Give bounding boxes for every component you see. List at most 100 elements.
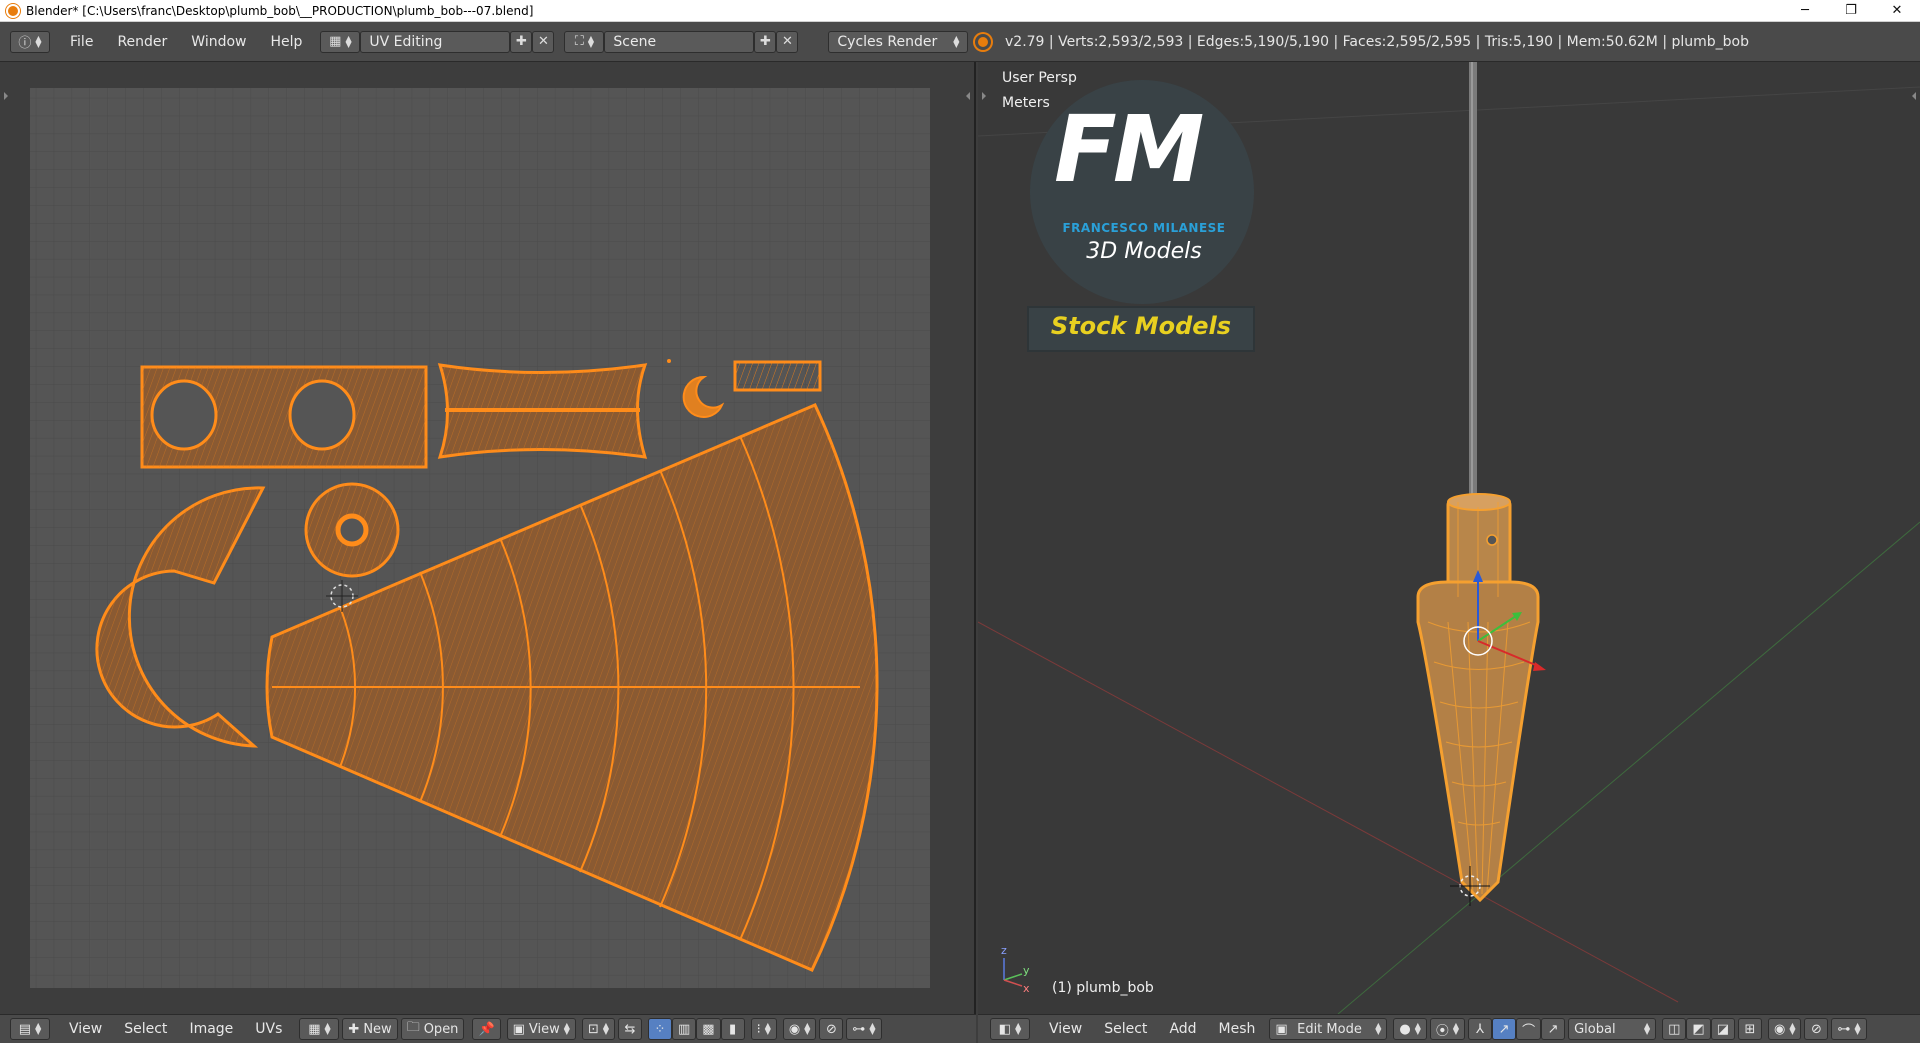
proportional-edit-button[interactable]: ◉ ▲ ▼	[1767, 1018, 1802, 1040]
scene-name-field[interactable]: Scene	[604, 30, 755, 53]
plus-icon: ✚	[759, 34, 771, 49]
pivot-icon: ⦿	[1435, 1023, 1449, 1039]
viewport-header: ◧ ▲ ▼ View Select Add Mesh ▣ Edit Mode ▲ ▼ ● ▲…	[978, 1014, 1920, 1043]
vp-menu-mesh[interactable]: Mesh	[1208, 1021, 1267, 1037]
editor-type-info-button[interactable]: ⓘ ▲ ▼	[10, 30, 50, 53]
watermark-subtitle: 3D Models	[1086, 239, 1202, 264]
snap-button[interactable]: ⊘	[819, 1018, 844, 1040]
proportional-icon: ◉	[1773, 1021, 1786, 1037]
scene-icon: ⛶	[574, 34, 584, 49]
restore-button[interactable]: ❐	[1828, 0, 1874, 22]
vp-menu-add[interactable]: Add	[1158, 1021, 1207, 1037]
region-toggle-icon[interactable]	[966, 92, 970, 100]
info-header: ⓘ ▲ ▼ File Render Window Help ▦ ▲ ▼ UV Editi…	[0, 22, 1920, 62]
uv-island-disc[interactable]	[304, 482, 400, 578]
edge-select-button[interactable]: ▥	[672, 1018, 697, 1040]
editor-type-button[interactable]: ▤ ▲ ▼	[10, 1018, 50, 1040]
watermark-badge: Stock Models	[1050, 312, 1232, 340]
units-label: Meters	[1002, 95, 1050, 111]
plus-icon: ✚	[515, 34, 527, 49]
uv-menu-view[interactable]: View	[58, 1021, 113, 1037]
shading-select[interactable]: ● ▲ ▼	[1393, 1018, 1427, 1040]
uv-menu-select[interactable]: Select	[113, 1021, 178, 1037]
layout-browse-button[interactable]: ▦ ▲ ▼	[320, 30, 361, 53]
menu-render[interactable]: Render	[105, 34, 179, 50]
island-select-button[interactable]: ▮	[720, 1018, 745, 1040]
pin-icon: 📌	[478, 1021, 495, 1037]
close-button[interactable]: ✕	[1874, 0, 1920, 22]
add-layout-button[interactable]: ✚	[510, 30, 533, 53]
sticky-select-mode[interactable]: ⁝ ▲ ▼	[750, 1018, 777, 1040]
rotate-icon: ⌒	[1522, 1023, 1536, 1039]
mode-select[interactable]: ▣ Edit Mode ▲ ▼	[1269, 1018, 1388, 1040]
uv-island-cap-strip[interactable]	[140, 365, 428, 469]
uv-image-editor[interactable]	[0, 62, 976, 1014]
minimize-button[interactable]: ─	[1782, 0, 1828, 22]
menu-window[interactable]: Window	[179, 34, 258, 50]
solid-shading-icon: ●	[1399, 1021, 1411, 1037]
occlude-icon: ⊞	[1744, 1021, 1756, 1037]
add-scene-button[interactable]: ✚	[754, 30, 777, 53]
mode-select[interactable]: ▣ View ▲ ▼	[506, 1018, 576, 1040]
proportional-edit-button[interactable]: ◉ ▲ ▼	[782, 1018, 817, 1040]
orientation-label: Global	[1574, 1021, 1616, 1037]
image-editor-icon: ▤	[18, 1021, 32, 1037]
uv-island-neck-strip[interactable]	[437, 363, 648, 459]
layout-name-field[interactable]: UV Editing	[360, 30, 511, 53]
new-image-button[interactable]: ✚ New	[342, 1018, 398, 1040]
viewport-canvas[interactable]: z y x	[978, 62, 1920, 1014]
edge-select-button[interactable]: ◩	[1686, 1018, 1711, 1040]
vp-menu-select[interactable]: Select	[1093, 1021, 1158, 1037]
region-toggle-icon[interactable]	[4, 92, 8, 100]
region-toggle-icon[interactable]	[1912, 92, 1916, 100]
watermark-author: FRANCESCO MILANESE	[1062, 221, 1226, 235]
x-icon: ✕	[781, 34, 793, 49]
region-toggle-icon[interactable]	[982, 92, 986, 100]
magnet-icon: ⊘	[825, 1021, 837, 1037]
3d-viewport[interactable]: z y x User Persp Meters FM FRANCESCO MIL…	[978, 62, 1920, 1014]
svg-text:y: y	[1023, 964, 1030, 977]
open-image-button[interactable]: 🗀 Open	[400, 1018, 465, 1040]
pivot-select[interactable]: ⊡ ▲ ▼	[581, 1018, 615, 1040]
face-select-button[interactable]: ◪	[1710, 1018, 1735, 1040]
menu-help[interactable]: Help	[258, 34, 314, 50]
editor-type-button[interactable]: ◧ ▲ ▼	[990, 1018, 1030, 1040]
menu-file[interactable]: File	[58, 34, 105, 50]
manipulator-icon: ⅄	[1476, 1021, 1485, 1037]
delete-layout-button[interactable]: ✕	[532, 30, 555, 53]
scale-manipulator-button[interactable]: ↗	[1541, 1018, 1566, 1040]
manipulator-toggle[interactable]: ⅄	[1468, 1018, 1493, 1040]
limit-selection-button[interactable]: ⊞	[1737, 1018, 1762, 1040]
snap-element-button[interactable]: ⊶ ▲ ▼	[846, 1018, 882, 1040]
scene-browse-button[interactable]: ⛶ ▲ ▼	[564, 30, 605, 53]
svg-text:x: x	[1023, 982, 1030, 995]
uv-island-small-strip[interactable]	[733, 360, 822, 392]
render-engine-select[interactable]: Cycles Render ▲ ▼	[828, 30, 969, 53]
rotate-manipulator-button[interactable]: ⌒	[1516, 1018, 1542, 1040]
uv-menu-image[interactable]: Image	[178, 1021, 244, 1037]
snap-element-button[interactable]: ⊶ ▲ ▼	[1831, 1018, 1867, 1040]
translate-manipulator-button[interactable]: ↗	[1492, 1018, 1517, 1040]
island-select-icon: ▮	[729, 1021, 737, 1037]
image-icon: ▦	[308, 1021, 321, 1037]
uv-menu-uvs[interactable]: UVs	[244, 1021, 293, 1037]
delete-scene-button[interactable]: ✕	[776, 30, 799, 53]
uv-canvas[interactable]	[0, 62, 976, 1014]
sync-selection-button[interactable]: ⇆	[618, 1018, 642, 1040]
vertex-select-button[interactable]: ⁘	[648, 1018, 672, 1040]
plumb-bob-mesh[interactable]	[1416, 493, 1540, 903]
plus-icon: ✚	[348, 1021, 360, 1037]
vp-menu-view[interactable]: View	[1038, 1021, 1093, 1037]
axis-gizmo: z y x	[1001, 944, 1030, 995]
edit-mode-icon: ▣	[1275, 1021, 1288, 1037]
face-select-button[interactable]: ▩	[696, 1018, 721, 1040]
magnet-icon: ⊘	[1811, 1021, 1822, 1037]
pin-button[interactable]: 📌	[472, 1018, 501, 1040]
image-browse-button[interactable]: ▦ ▲ ▼	[299, 1018, 340, 1040]
orientation-select[interactable]: Global ▲ ▼	[1568, 1018, 1657, 1040]
watermark-logo-text: FM	[1054, 96, 1204, 203]
vertex-select-button[interactable]: ◫	[1662, 1018, 1687, 1040]
snap-button[interactable]: ⊘	[1804, 1018, 1829, 1040]
pivot-point-select[interactable]: ⦿ ▲ ▼	[1429, 1018, 1466, 1040]
vertex-select-icon: ⁘	[654, 1021, 666, 1037]
